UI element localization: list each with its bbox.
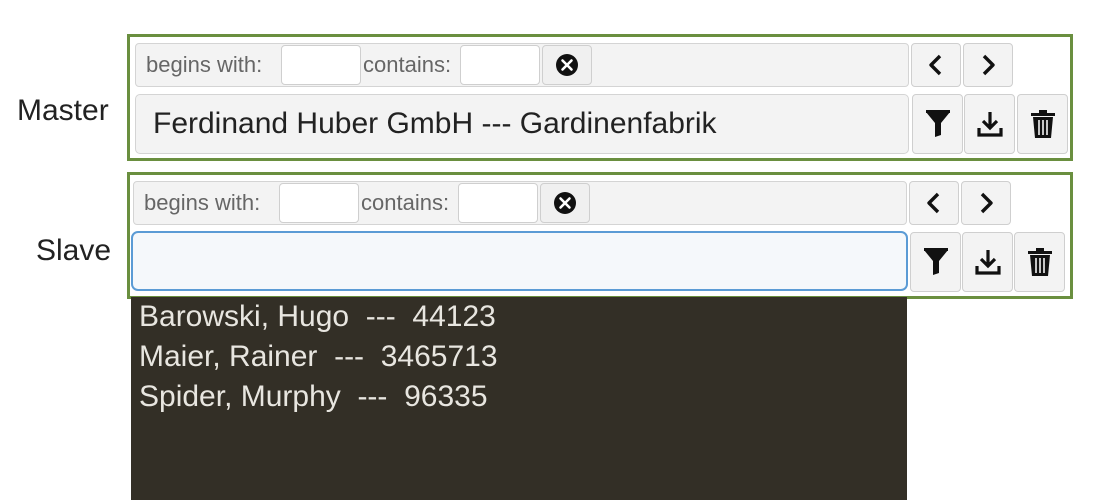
master-prev-button[interactable] bbox=[911, 43, 961, 87]
master-filter-bar: begins with: contains: bbox=[135, 43, 909, 87]
master-next-button[interactable] bbox=[963, 43, 1013, 87]
slave-label: Slave bbox=[36, 234, 112, 267]
master-begins-with-input[interactable] bbox=[281, 45, 361, 85]
master-label: Master bbox=[17, 94, 109, 127]
chevron-left-icon bbox=[929, 54, 942, 76]
master-begins-with-label: begins with: bbox=[146, 52, 263, 77]
master-filter-button[interactable] bbox=[912, 94, 963, 154]
master-contains-label: contains: bbox=[363, 52, 452, 77]
trash-icon bbox=[1030, 110, 1055, 138]
chevron-left-icon bbox=[927, 192, 940, 214]
slave-value-field[interactable] bbox=[131, 231, 908, 291]
slave-filter-bar: begins with: contains: bbox=[133, 181, 907, 225]
slave-prev-button[interactable] bbox=[909, 181, 959, 225]
chevron-right-icon bbox=[980, 192, 993, 214]
dropdown-option[interactable]: Spider, Murphy --- 96335 bbox=[131, 377, 907, 417]
dropdown-option[interactable]: Maier, Rainer --- 3465713 bbox=[131, 337, 907, 377]
master-clear-filter-button[interactable] bbox=[542, 45, 592, 85]
slave-contains-input[interactable] bbox=[458, 183, 538, 223]
download-icon bbox=[976, 112, 1003, 137]
funnel-icon bbox=[925, 110, 950, 137]
slave-begins-with-label: begins with: bbox=[144, 190, 261, 215]
trash-icon bbox=[1027, 248, 1052, 276]
slave-panel: begins with: contains: bbox=[127, 172, 1073, 299]
chevron-right-icon bbox=[982, 54, 995, 76]
slave-options-dropdown: Barowski, Hugo --- 44123 Maier, Rainer -… bbox=[131, 297, 907, 500]
circle-x-icon bbox=[554, 192, 576, 214]
slave-filter-button[interactable] bbox=[910, 232, 961, 292]
slave-next-button[interactable] bbox=[961, 181, 1011, 225]
download-icon bbox=[974, 250, 1001, 275]
slave-begins-with-input[interactable] bbox=[279, 183, 359, 223]
master-download-button[interactable] bbox=[964, 94, 1015, 154]
slave-contains-label: contains: bbox=[361, 190, 450, 215]
slave-download-button[interactable] bbox=[962, 232, 1013, 292]
master-value-field[interactable]: Ferdinand Huber GmbH --- Gardinenfabrik bbox=[135, 94, 909, 154]
master-contains-input[interactable] bbox=[460, 45, 540, 85]
master-delete-button[interactable] bbox=[1017, 94, 1068, 154]
slave-clear-filter-button[interactable] bbox=[540, 183, 590, 223]
master-panel: begins with: contains: Ferdinand Huber G… bbox=[127, 34, 1073, 161]
dropdown-option[interactable]: Barowski, Hugo --- 44123 bbox=[131, 297, 907, 337]
funnel-icon bbox=[923, 248, 948, 275]
slave-delete-button[interactable] bbox=[1014, 232, 1065, 292]
circle-x-icon bbox=[556, 54, 578, 76]
